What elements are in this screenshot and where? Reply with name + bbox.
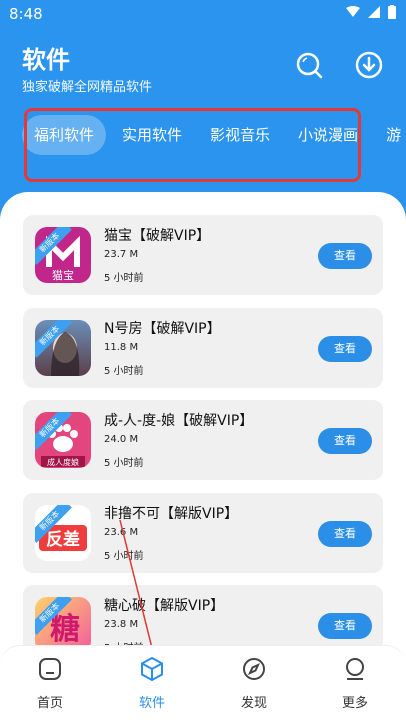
view-button[interactable]: 查看: [318, 521, 372, 547]
compass-icon: [243, 658, 265, 680]
cube-icon: [141, 656, 163, 682]
nav-home[interactable]: 首页: [10, 656, 90, 711]
app-name: 猫宝【破解VIP】: [104, 228, 211, 244]
svg-text:反差: 反差: [46, 529, 80, 550]
page-title: 软件: [22, 46, 70, 74]
search-icon[interactable]: [294, 50, 324, 80]
svg-text:猫宝: 猫宝: [52, 268, 74, 282]
user-icon: [346, 658, 364, 680]
app-name: N号房【破解VIP】: [104, 321, 221, 337]
tab-games[interactable]: 游: [374, 115, 406, 155]
nav-more[interactable]: 更多: [315, 656, 395, 711]
view-button[interactable]: 查看: [318, 243, 372, 269]
nav-discover[interactable]: 发现: [214, 656, 294, 711]
app-name: 糖心破【解版VIP】: [104, 598, 225, 614]
app-time: 5 小时前: [104, 366, 144, 377]
app-icon: 反差 新版本: [35, 505, 91, 561]
view-button[interactable]: 查看: [318, 613, 372, 639]
app-size: 23.6 M: [104, 527, 139, 538]
home-icon: [39, 658, 61, 680]
app-icon: 猫宝 新版本: [35, 227, 91, 283]
nav-label: 软件: [138, 696, 165, 711]
download-icon[interactable]: [354, 50, 384, 80]
list-item[interactable]: 猫宝 新版本 猫宝【破解VIP】 23.7 M 5 小时前 查看: [23, 215, 383, 295]
signal-icon: [368, 6, 380, 18]
app-name: 成-人-度-娘【破解VIP】: [104, 413, 254, 429]
nav-label: 发现: [240, 696, 267, 711]
status-time: 8:48: [9, 5, 43, 23]
highlight-annotation: [24, 108, 361, 182]
svg-text:成人度娘: 成人度娘: [47, 457, 79, 467]
app-size: 23.8 M: [104, 619, 139, 630]
nav-label: 更多: [341, 696, 368, 711]
app-list: 猫宝 新版本 猫宝【破解VIP】 23.7 M 5 小时前 查看 新版本 N号房…: [0, 192, 406, 722]
nav-label: 首页: [36, 696, 63, 711]
app-time: 5 小时前: [104, 551, 144, 562]
app-icon: 新版本: [35, 320, 91, 376]
app-time: 5 小时前: [104, 458, 144, 469]
app-time: 5 小时前: [104, 273, 144, 284]
app-size: 24.0 M: [104, 434, 139, 445]
nav-software[interactable]: 软件: [112, 656, 192, 711]
view-button[interactable]: 查看: [318, 336, 372, 362]
view-button[interactable]: 查看: [318, 428, 372, 454]
list-item[interactable]: 新版本 N号房【破解VIP】 11.8 M 5 小时前 查看: [23, 308, 383, 388]
list-item[interactable]: 成人度娘 新版本 成-人-度-娘【破解VIP】 24.0 M 5 小时前 查看: [23, 400, 383, 480]
svg-text:糖: 糖: [50, 612, 80, 647]
app-name: 非撸不可【解版VIP】: [104, 506, 239, 522]
bottom-navigation: 首页 软件 发现 更多: [0, 645, 406, 723]
battery-icon: [388, 5, 396, 19]
wifi-icon: [346, 6, 360, 17]
list-item[interactable]: 反差 新版本 非撸不可【解版VIP】 23.6 M 5 小时前 查看: [23, 493, 383, 573]
status-icons: [346, 5, 396, 19]
header-area: 8:48 软件 独家破解全网精品软件 福利软件 实用软件 影视音乐 小说漫画游: [0, 0, 406, 215]
app-size: 11.8 M: [104, 342, 139, 353]
page-subtitle: 独家破解全网精品软件: [22, 80, 153, 95]
app-size: 23.7 M: [104, 249, 139, 260]
app-icon: 成人度娘 新版本: [35, 412, 91, 468]
